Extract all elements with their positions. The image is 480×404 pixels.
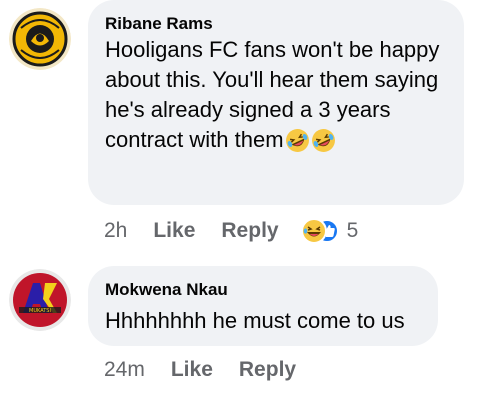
comment-timestamp[interactable]: 2h: [104, 219, 127, 243]
rolling-on-floor-laughing-icon: [285, 128, 310, 161]
avatar[interactable]: [9, 8, 71, 70]
comment-actions: 24m Like Reply: [104, 358, 296, 382]
comment-actions: 2h Like Reply 5: [104, 218, 358, 244]
svg-text:MUKATSI: MUKATSI: [29, 308, 51, 314]
comment-author[interactable]: Mokwena Nkau: [105, 280, 228, 300]
comment-timestamp[interactable]: 24m: [104, 358, 145, 382]
like-button[interactable]: Like: [153, 219, 195, 243]
reply-button[interactable]: Reply: [221, 219, 278, 243]
comment-text-body: Hooligans FC fans won't be happy about t…: [105, 37, 440, 152]
reply-button[interactable]: Reply: [239, 358, 296, 382]
comment-author[interactable]: Ribane Rams: [105, 14, 213, 34]
reaction-count: 5: [346, 219, 359, 242]
comment-text: Hhhhhhhh he must come to us: [105, 308, 405, 333]
avatar[interactable]: MUKATSI: [9, 269, 71, 331]
rolling-on-floor-laughing-icon: [311, 128, 336, 161]
like-button[interactable]: Like: [171, 358, 213, 382]
reaction-summary[interactable]: 5: [300, 218, 359, 244]
haha-reaction-icon: [300, 218, 339, 244]
comment-text: Hooligans FC fans won't be happy about t…: [105, 35, 455, 161]
